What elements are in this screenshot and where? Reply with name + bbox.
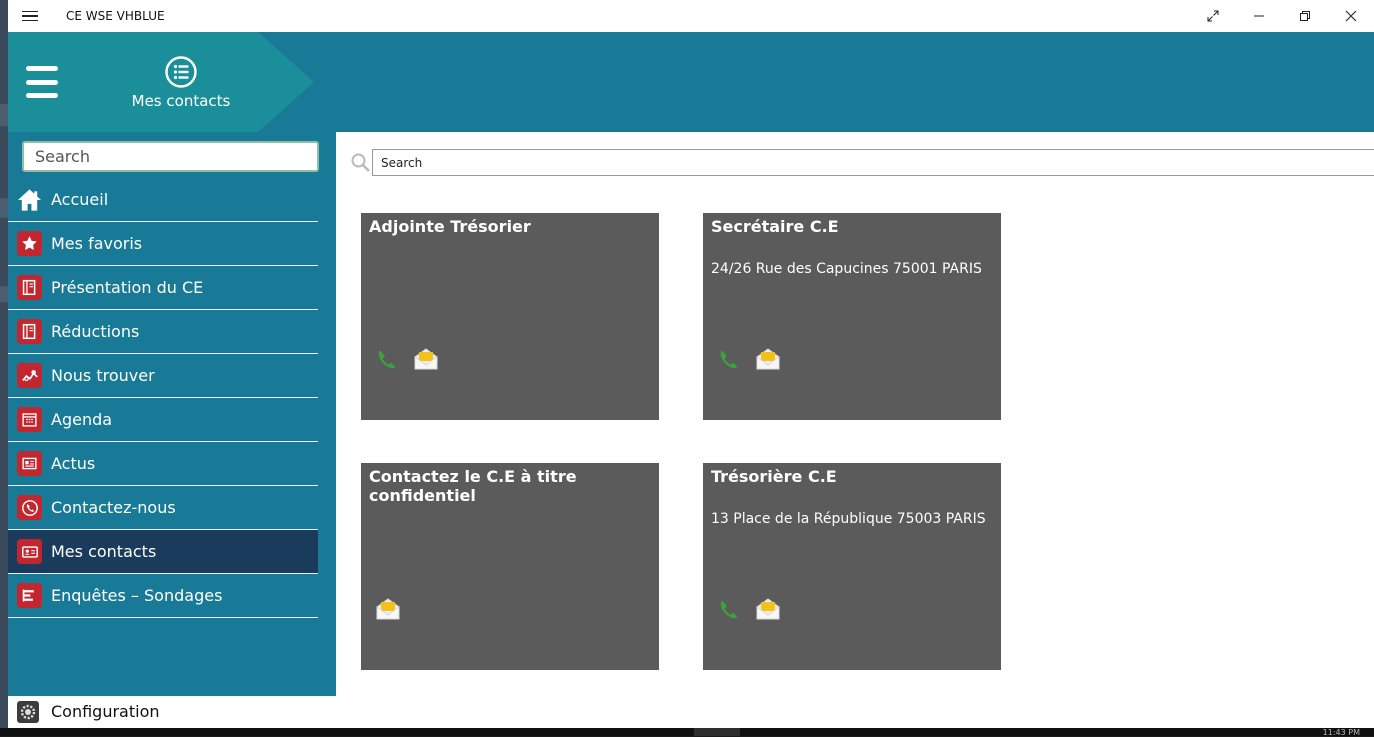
contact-card[interactable]: Contactez le C.E à titre confidentiel	[361, 463, 659, 670]
sidebar-item-enquetes-sondages[interactable]: Enquêtes – Sondages	[8, 574, 318, 618]
configuration-label: Configuration	[51, 702, 160, 721]
phone-circle-icon	[17, 495, 42, 520]
taskbar: 11:43 PM	[0, 728, 1374, 737]
sidebar-search-input[interactable]	[22, 141, 319, 172]
sidebar-item-accueil[interactable]: Accueil	[8, 178, 318, 222]
taskbar-active-app[interactable]	[694, 728, 740, 736]
sidebar-nav: Accueil Mes favoris Présentation du CE R…	[8, 178, 318, 618]
title-bar: CE WSE VHBLUE	[8, 0, 1374, 32]
book-icon	[17, 319, 42, 344]
minimize-icon	[1254, 15, 1264, 17]
edge-segment	[0, 286, 8, 302]
sidebar-item-label: Présentation du CE	[51, 278, 204, 297]
sidebar: Accueil Mes favoris Présentation du CE R…	[8, 132, 336, 696]
edge-segment	[0, 104, 8, 126]
sidebar-item-label: Accueil	[51, 190, 109, 209]
restore-icon	[1300, 11, 1310, 21]
contacts-search-input[interactable]	[372, 149, 1374, 176]
app-header: Mes contacts	[8, 32, 1374, 132]
hamburger-menu-icon[interactable]	[26, 66, 58, 98]
window-title: CE WSE VHBLUE	[66, 9, 165, 23]
contact-name: Contactez le C.E à titre confidentiel	[369, 467, 577, 505]
sidebar-item-agenda[interactable]: Agenda	[8, 398, 318, 442]
close-icon	[1345, 10, 1357, 22]
contact-card[interactable]: Secrétaire C.E 24/26 Rue des Capucines 7…	[703, 213, 1001, 420]
contact-card-icon	[17, 539, 42, 564]
contact-address: 24/26 Rue des Capucines 75001 PARIS	[711, 261, 982, 277]
minimize-button[interactable]	[1236, 0, 1282, 32]
contact-name: Secrétaire C.E	[711, 217, 839, 236]
sidebar-item-label: Agenda	[51, 410, 113, 429]
list-circle-icon	[165, 56, 197, 88]
sidebar-item-label: Nous trouver	[51, 366, 155, 385]
sidebar-item-label: Enquêtes – Sondages	[51, 586, 223, 605]
home-icon	[17, 187, 42, 212]
sidebar-item-contactez-nous[interactable]: Contactez-nous	[8, 486, 318, 530]
survey-icon	[17, 583, 42, 608]
calendar-icon	[17, 407, 42, 432]
main-content: Adjointe Trésorier Secrétaire C.E 24/26 …	[336, 132, 1374, 728]
sidebar-item-presentation[interactable]: Présentation du CE	[8, 266, 318, 310]
sidebar-item-reductions[interactable]: Réductions	[8, 310, 318, 354]
sidebar-item-label: Réductions	[51, 322, 140, 341]
phone-icon[interactable]	[717, 347, 743, 373]
configuration-button[interactable]: Configuration	[8, 696, 336, 728]
sidebar-item-label: Mes favoris	[51, 234, 143, 253]
page-title: Mes contacts	[131, 92, 231, 110]
contact-name: Adjointe Trésorier	[369, 217, 531, 236]
edge-segment	[0, 198, 8, 218]
sidebar-item-mes-contacts[interactable]: Mes contacts	[8, 530, 318, 574]
app-menu-icon[interactable]	[22, 8, 38, 24]
phone-icon[interactable]	[375, 347, 401, 373]
left-window-edge	[0, 0, 8, 736]
contact-card[interactable]: Trésorière C.E 13 Place de la République…	[703, 463, 1001, 670]
sidebar-item-label: Mes contacts	[51, 542, 157, 561]
sidebar-item-label: Actus	[51, 454, 96, 473]
phone-icon[interactable]	[717, 597, 743, 623]
email-icon[interactable]	[755, 347, 781, 373]
sidebar-item-nous-trouver[interactable]: Nous trouver	[8, 354, 318, 398]
book-icon	[17, 275, 42, 300]
close-button[interactable]	[1328, 0, 1374, 32]
gear-icon	[17, 701, 39, 723]
contact-address: 13 Place de la République 75003 PARIS	[711, 511, 986, 527]
contact-card[interactable]: Adjointe Trésorier	[361, 213, 659, 420]
email-icon[interactable]	[375, 597, 401, 623]
email-icon[interactable]	[755, 597, 781, 623]
fullscreen-button[interactable]	[1190, 0, 1236, 32]
newspaper-icon	[17, 451, 42, 476]
app-window: CE WSE VHBLUE Mes contacts Search Accuei…	[8, 0, 1374, 728]
sidebar-item-label: Contactez-nous	[51, 498, 176, 517]
expand-icon	[1207, 10, 1219, 22]
email-icon[interactable]	[413, 347, 439, 373]
contact-name: Trésorière C.E	[711, 467, 837, 486]
star-icon	[17, 231, 42, 256]
sidebar-item-actus[interactable]: Actus	[8, 442, 318, 486]
map-pin-icon	[17, 363, 42, 388]
search-icon	[351, 153, 370, 172]
restore-button[interactable]	[1282, 0, 1328, 32]
sidebar-item-mes-favoris[interactable]: Mes favoris	[8, 222, 318, 266]
